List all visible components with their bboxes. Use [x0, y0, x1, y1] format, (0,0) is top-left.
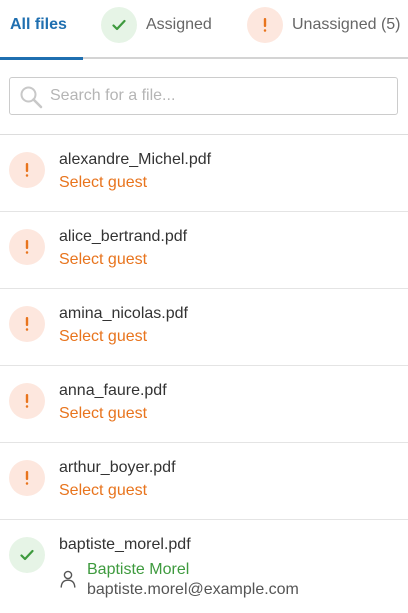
search-box	[9, 77, 398, 115]
select-guest-link[interactable]: Select guest	[59, 405, 147, 423]
exclamation-icon	[9, 460, 45, 496]
tab-unassigned-label: Unassigned (5)	[292, 16, 401, 33]
check-icon	[9, 537, 45, 573]
tab-all-files[interactable]: All files	[10, 0, 67, 50]
exclamation-icon	[9, 383, 45, 419]
search-icon	[19, 85, 43, 109]
exclamation-icon	[9, 229, 45, 265]
file-list: alexandre_Michel.pdf Select guest alice_…	[0, 135, 408, 613]
file-list-item[interactable]: alexandre_Michel.pdf Select guest	[0, 135, 408, 212]
file-name: alice_bertrand.pdf	[59, 228, 188, 245]
select-guest-link[interactable]: Select guest	[59, 251, 147, 269]
exclamation-icon	[9, 152, 45, 188]
file-name: baptiste_morel.pdf	[59, 536, 191, 553]
tab-assigned[interactable]: Assigned	[101, 0, 212, 50]
select-guest-link[interactable]: Select guest	[59, 482, 147, 500]
assigned-guest-name: Baptiste Morel	[87, 561, 190, 578]
exclamation-icon	[9, 306, 45, 342]
exclamation-icon	[247, 7, 283, 43]
file-list-item[interactable]: alice_bertrand.pdf Select guest	[0, 212, 408, 289]
select-guest-link[interactable]: Select guest	[59, 328, 147, 346]
filter-tabs: All files Assigned Unassigned (5)	[0, 0, 408, 60]
active-tab-indicator	[0, 57, 83, 60]
tab-all-files-label: All files	[10, 16, 67, 33]
tab-unassigned[interactable]: Unassigned (5)	[247, 0, 401, 50]
file-name: arthur_boyer.pdf	[59, 459, 176, 476]
select-guest-link[interactable]: Select guest	[59, 174, 147, 192]
tab-assigned-label: Assigned	[146, 16, 212, 33]
file-list-item[interactable]: anna_faure.pdf Select guest	[0, 366, 408, 443]
file-list-item[interactable]: arthur_boyer.pdf Select guest	[0, 443, 408, 520]
file-list-item[interactable]: amina_nicolas.pdf Select guest	[0, 289, 408, 366]
check-icon	[101, 7, 137, 43]
file-name: amina_nicolas.pdf	[59, 305, 188, 322]
search-input[interactable]	[50, 78, 390, 114]
file-list-item[interactable]: baptiste_morel.pdf Baptiste Morel baptis…	[0, 520, 408, 613]
file-name: anna_faure.pdf	[59, 382, 167, 399]
assigned-guest-email: baptiste.morel@example.com	[87, 581, 299, 598]
person-icon	[60, 570, 76, 588]
file-assignment-panel: All files Assigned Unassigned (5) Search…	[0, 0, 408, 613]
file-name: alexandre_Michel.pdf	[59, 151, 212, 168]
